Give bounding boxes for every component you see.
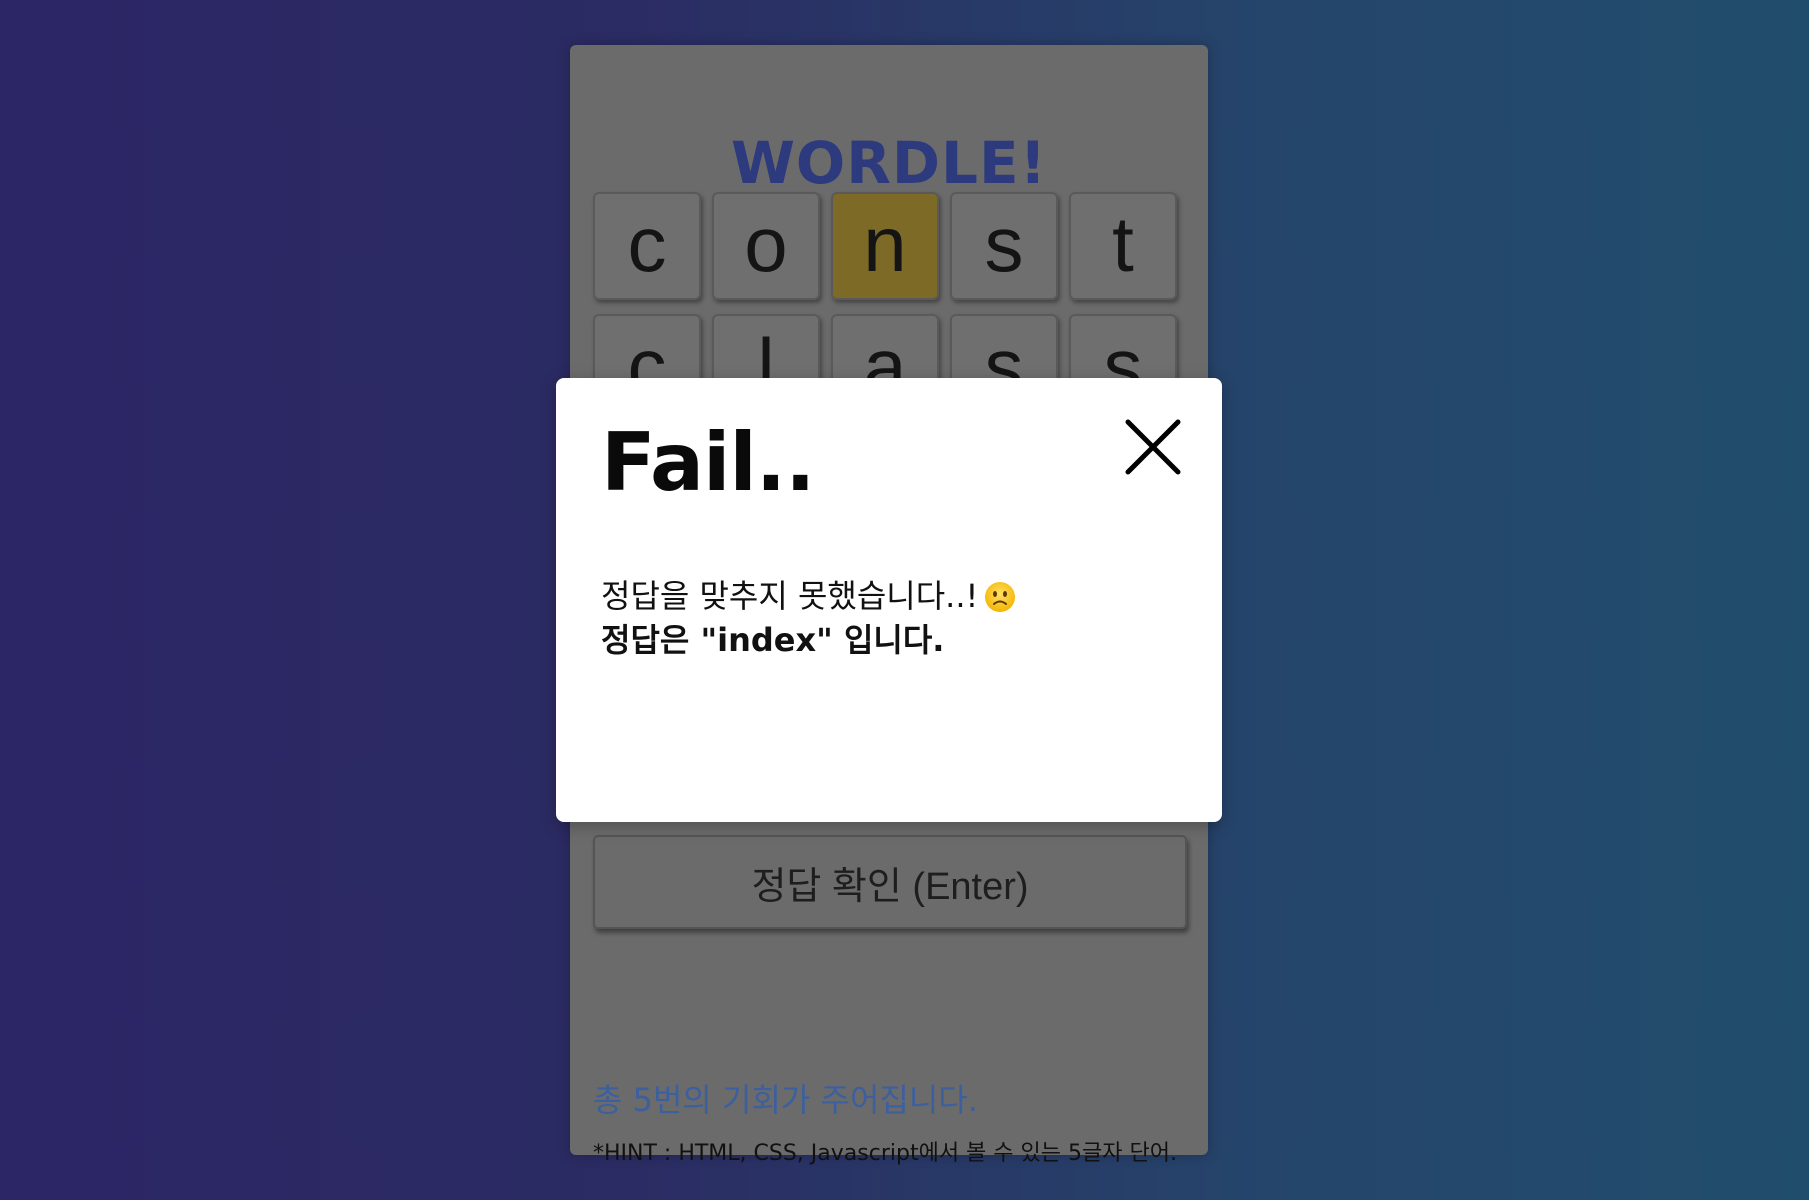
letter-tile: o (712, 192, 820, 300)
letter-tile: s (950, 192, 1058, 300)
letter-tile: t (1069, 192, 1177, 300)
letter-tile: c (593, 192, 701, 300)
submit-answer-button[interactable]: 정답 확인 (Enter) (593, 835, 1187, 929)
guess-row: c o n s t (593, 192, 1187, 300)
letter-tile-present: n (831, 192, 939, 300)
result-modal: Fail.. 정답을 맞추지 못했습니다..! 정답은 "index" 입니다. (556, 378, 1222, 822)
slightly-frowning-face-icon (984, 580, 1016, 612)
fail-message-line: 정답을 맞추지 못했습니다..! (601, 574, 1016, 618)
app-title: WORDLE! (730, 129, 1048, 197)
hint-text: *HINT : HTML, CSS, Javascript에서 볼 수 있는 5… (593, 1141, 1177, 1166)
fail-message-text: 정답을 맞추지 못했습니다..! (601, 577, 979, 615)
answer-text: 정답은 "index" 입니다. (601, 621, 945, 659)
chances-info-text: 총 5번의 기회가 주어집니다. (593, 1081, 978, 1119)
modal-title: Fail.. (601, 416, 816, 509)
close-icon[interactable] (1124, 418, 1182, 476)
modal-message: 정답을 맞추지 못했습니다..! 정답은 "index" 입니다. (601, 574, 1016, 662)
